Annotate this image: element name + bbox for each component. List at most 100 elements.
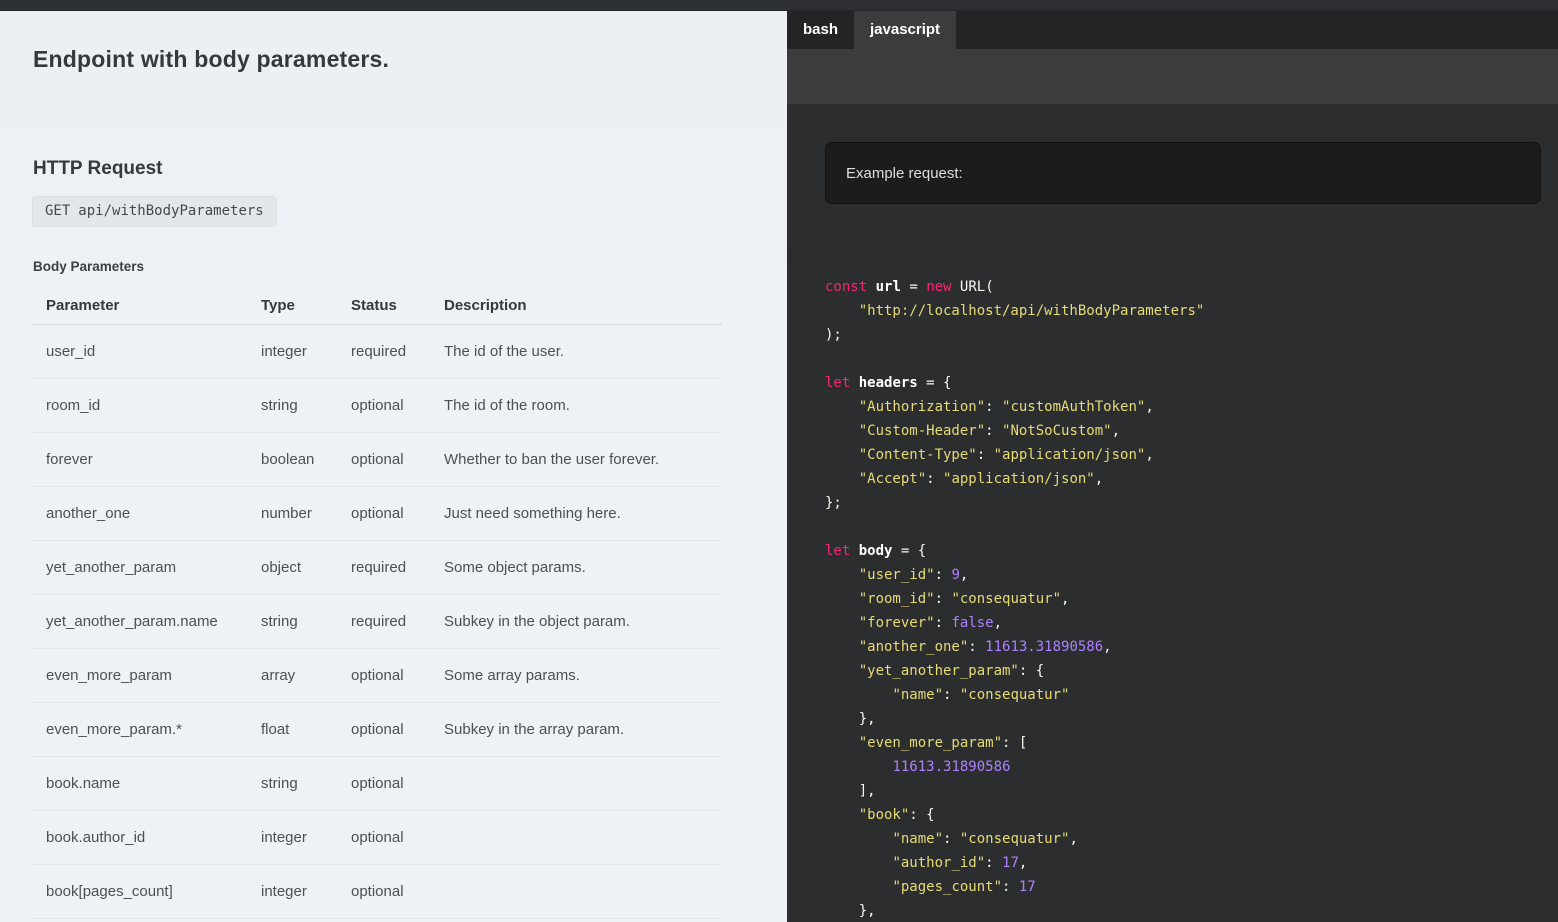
cell-status: optional [351,487,444,541]
table-row: another_onenumberoptionalJust need somet… [33,487,722,541]
tab-javascript[interactable]: javascript [854,11,956,49]
cell-type: integer [261,811,351,865]
table-row: even_more_paramarrayoptionalSome array p… [33,649,722,703]
language-tabs: bashjavascript [787,11,1558,49]
table-row: book.namestringoptional [33,757,722,811]
cell-status: required [351,325,444,379]
code-line: "yet_another_param": { [825,659,1558,683]
cell-status: required [351,541,444,595]
example-request-label: Example request: [846,165,963,182]
cell-parameter: book.name [33,757,261,811]
cell-description: The id of the user. [444,325,722,379]
cell-description: Some array params. [444,649,722,703]
code-panel: bashjavascript Example request: const ur… [787,11,1558,922]
cell-parameter: even_more_param.* [33,703,261,757]
code-line: "author_id": 17, [825,851,1558,875]
code-line: ], [825,779,1558,803]
table-row: yet_another_paramobjectrequiredSome obje… [33,541,722,595]
code-line: "Authorization": "customAuthToken", [825,395,1558,419]
cell-status: optional [351,379,444,433]
cell-description: Whether to ban the user forever. [444,433,722,487]
code-line: ); [825,323,1558,347]
code-panel-header-band [787,49,1558,104]
code-line [825,515,1558,539]
cell-type: integer [261,325,351,379]
code-line: "user_id": 9, [825,563,1558,587]
cell-type: string [261,379,351,433]
table-header-row: Parameter Type Status Description [33,289,722,325]
cell-type: string [261,757,351,811]
cell-description: The id of the room. [444,379,722,433]
cell-status: optional [351,433,444,487]
code-line: let body = { [825,539,1558,563]
code-line: "book": { [825,803,1558,827]
cell-parameter: even_more_param [33,649,261,703]
code-line: "Custom-Header": "NotSoCustom", [825,419,1558,443]
cell-status: required [351,595,444,649]
code-line: "room_id": "consequatur", [825,587,1558,611]
cell-type: boolean [261,433,351,487]
code-line: "Content-Type": "application/json", [825,443,1558,467]
code-line [825,347,1558,371]
cell-type: integer [261,865,351,919]
table-row: yet_another_param.namestringrequiredSubk… [33,595,722,649]
cell-type: number [261,487,351,541]
code-line: "http://localhost/api/withBodyParameters… [825,299,1558,323]
table-row: user_idintegerrequiredThe id of the user… [33,325,722,379]
cell-parameter: yet_another_param [33,541,261,595]
code-line: }; [825,491,1558,515]
column-header-type: Type [261,289,351,325]
top-bar [0,0,1558,11]
code-line: }, [825,707,1558,731]
cell-parameter: yet_another_param.name [33,595,261,649]
page-title: Endpoint with body parameters. [33,45,787,73]
cell-parameter: user_id [33,325,261,379]
table-row: even_more_param.*floatoptionalSubkey in … [33,703,722,757]
code-line: 11613.31890586 [825,755,1558,779]
code-line: }, [825,899,1558,922]
code-line: "Accept": "application/json", [825,467,1558,491]
code-line: const url = new URL( [825,275,1558,299]
cell-status: optional [351,703,444,757]
cell-type: object [261,541,351,595]
table-row: room_idstringoptionalThe id of the room. [33,379,722,433]
cell-status: optional [351,865,444,919]
body-parameters-label: Body Parameters [33,259,787,275]
endpoint-badge: GET api/withBodyParameters [32,196,277,227]
column-header-description: Description [444,289,722,325]
example-request-code: const url = new URL( "http://localhost/a… [825,275,1558,922]
code-line: "forever": false, [825,611,1558,635]
column-header-parameter: Parameter [33,289,261,325]
code-line: "name": "consequatur", [825,827,1558,851]
cell-status: optional [351,811,444,865]
cell-parameter: another_one [33,487,261,541]
code-line: "name": "consequatur" [825,683,1558,707]
cell-type: float [261,703,351,757]
cell-description: Some object params. [444,541,722,595]
cell-status: optional [351,757,444,811]
cell-description: Subkey in the array param. [444,703,722,757]
cell-parameter: room_id [33,379,261,433]
cell-description [444,757,722,811]
cell-description [444,865,722,919]
body-parameters-table: Parameter Type Status Description user_i… [33,289,722,919]
cell-type: array [261,649,351,703]
cell-description [444,811,722,865]
cell-type: string [261,595,351,649]
example-request-box: Example request: [825,142,1541,204]
cell-parameter: book.author_id [33,811,261,865]
cell-parameter: forever [33,433,261,487]
cell-status: optional [351,649,444,703]
http-request-heading: HTTP Request [33,158,787,180]
endpoint-uri: api/withBodyParameters [78,203,263,219]
cell-description: Just need something here. [444,487,722,541]
code-line: "another_one": 11613.31890586, [825,635,1558,659]
code-line: let headers = { [825,371,1558,395]
tab-bash[interactable]: bash [787,11,854,49]
table-row: foreverbooleanoptionalWhether to ban the… [33,433,722,487]
docs-panel: Endpoint with body parameters. HTTP Requ… [0,11,787,922]
http-method: GET [45,203,70,219]
table-row: book[pages_count]integeroptional [33,865,722,919]
cell-description: Subkey in the object param. [444,595,722,649]
table-row: book.author_idintegeroptional [33,811,722,865]
